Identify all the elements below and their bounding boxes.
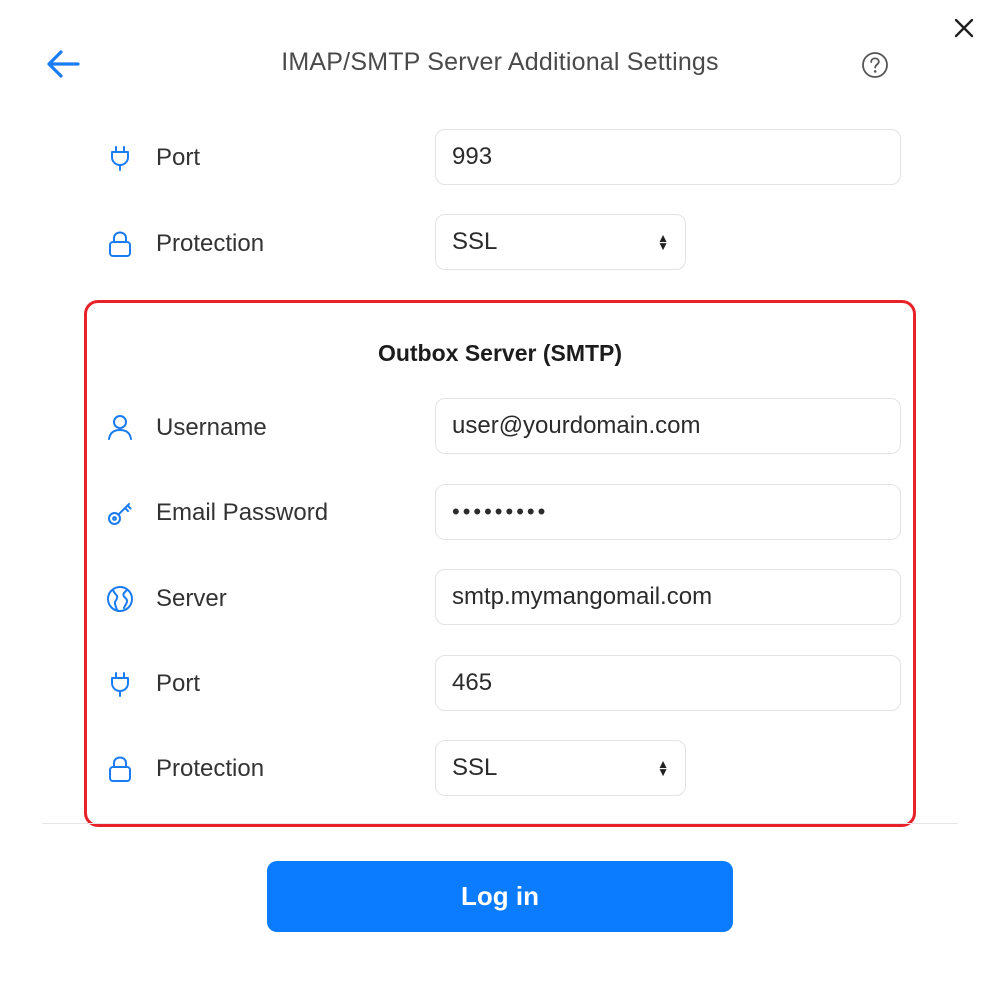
- smtp-server-input[interactable]: [435, 569, 901, 625]
- port-label: Port: [156, 144, 201, 171]
- password-label: Email Password: [156, 499, 329, 526]
- smtp-password-input[interactable]: •••••••••: [435, 484, 901, 540]
- key-icon: [105, 498, 135, 528]
- imap-protection-value: SSL: [452, 228, 498, 255]
- imap-port-input[interactable]: [435, 129, 901, 185]
- protection-label: Protection: [156, 755, 265, 782]
- imap-protection-select[interactable]: SSL ▲ ▼: [435, 214, 686, 270]
- login-button[interactable]: Log in: [267, 861, 733, 932]
- port-label: Port: [156, 670, 201, 697]
- user-icon: [105, 412, 135, 442]
- lock-icon: [105, 754, 135, 784]
- divider: [42, 823, 958, 824]
- globe-icon: [105, 584, 135, 614]
- select-arrows-icon: ▲ ▼: [657, 231, 669, 253]
- smtp-section-title: Outbox Server (SMTP): [377, 340, 623, 366]
- password-mask: •••••••••: [452, 499, 549, 524]
- username-label: Username: [156, 414, 267, 441]
- smtp-protection-select[interactable]: SSL ▲ ▼: [435, 740, 686, 796]
- plug-icon: [105, 143, 135, 173]
- plug-icon: [105, 669, 135, 699]
- smtp-port-input[interactable]: [435, 655, 901, 711]
- server-label: Server: [156, 585, 227, 612]
- select-arrows-icon: ▲ ▼: [657, 757, 669, 779]
- page-title: IMAP/SMTP Server Additional Settings: [281, 48, 719, 76]
- lock-icon: [105, 229, 135, 259]
- help-icon[interactable]: [860, 50, 890, 80]
- close-icon[interactable]: [948, 12, 980, 44]
- smtp-username-input[interactable]: [435, 398, 901, 454]
- protection-label: Protection: [156, 230, 265, 257]
- smtp-protection-value: SSL: [452, 754, 498, 781]
